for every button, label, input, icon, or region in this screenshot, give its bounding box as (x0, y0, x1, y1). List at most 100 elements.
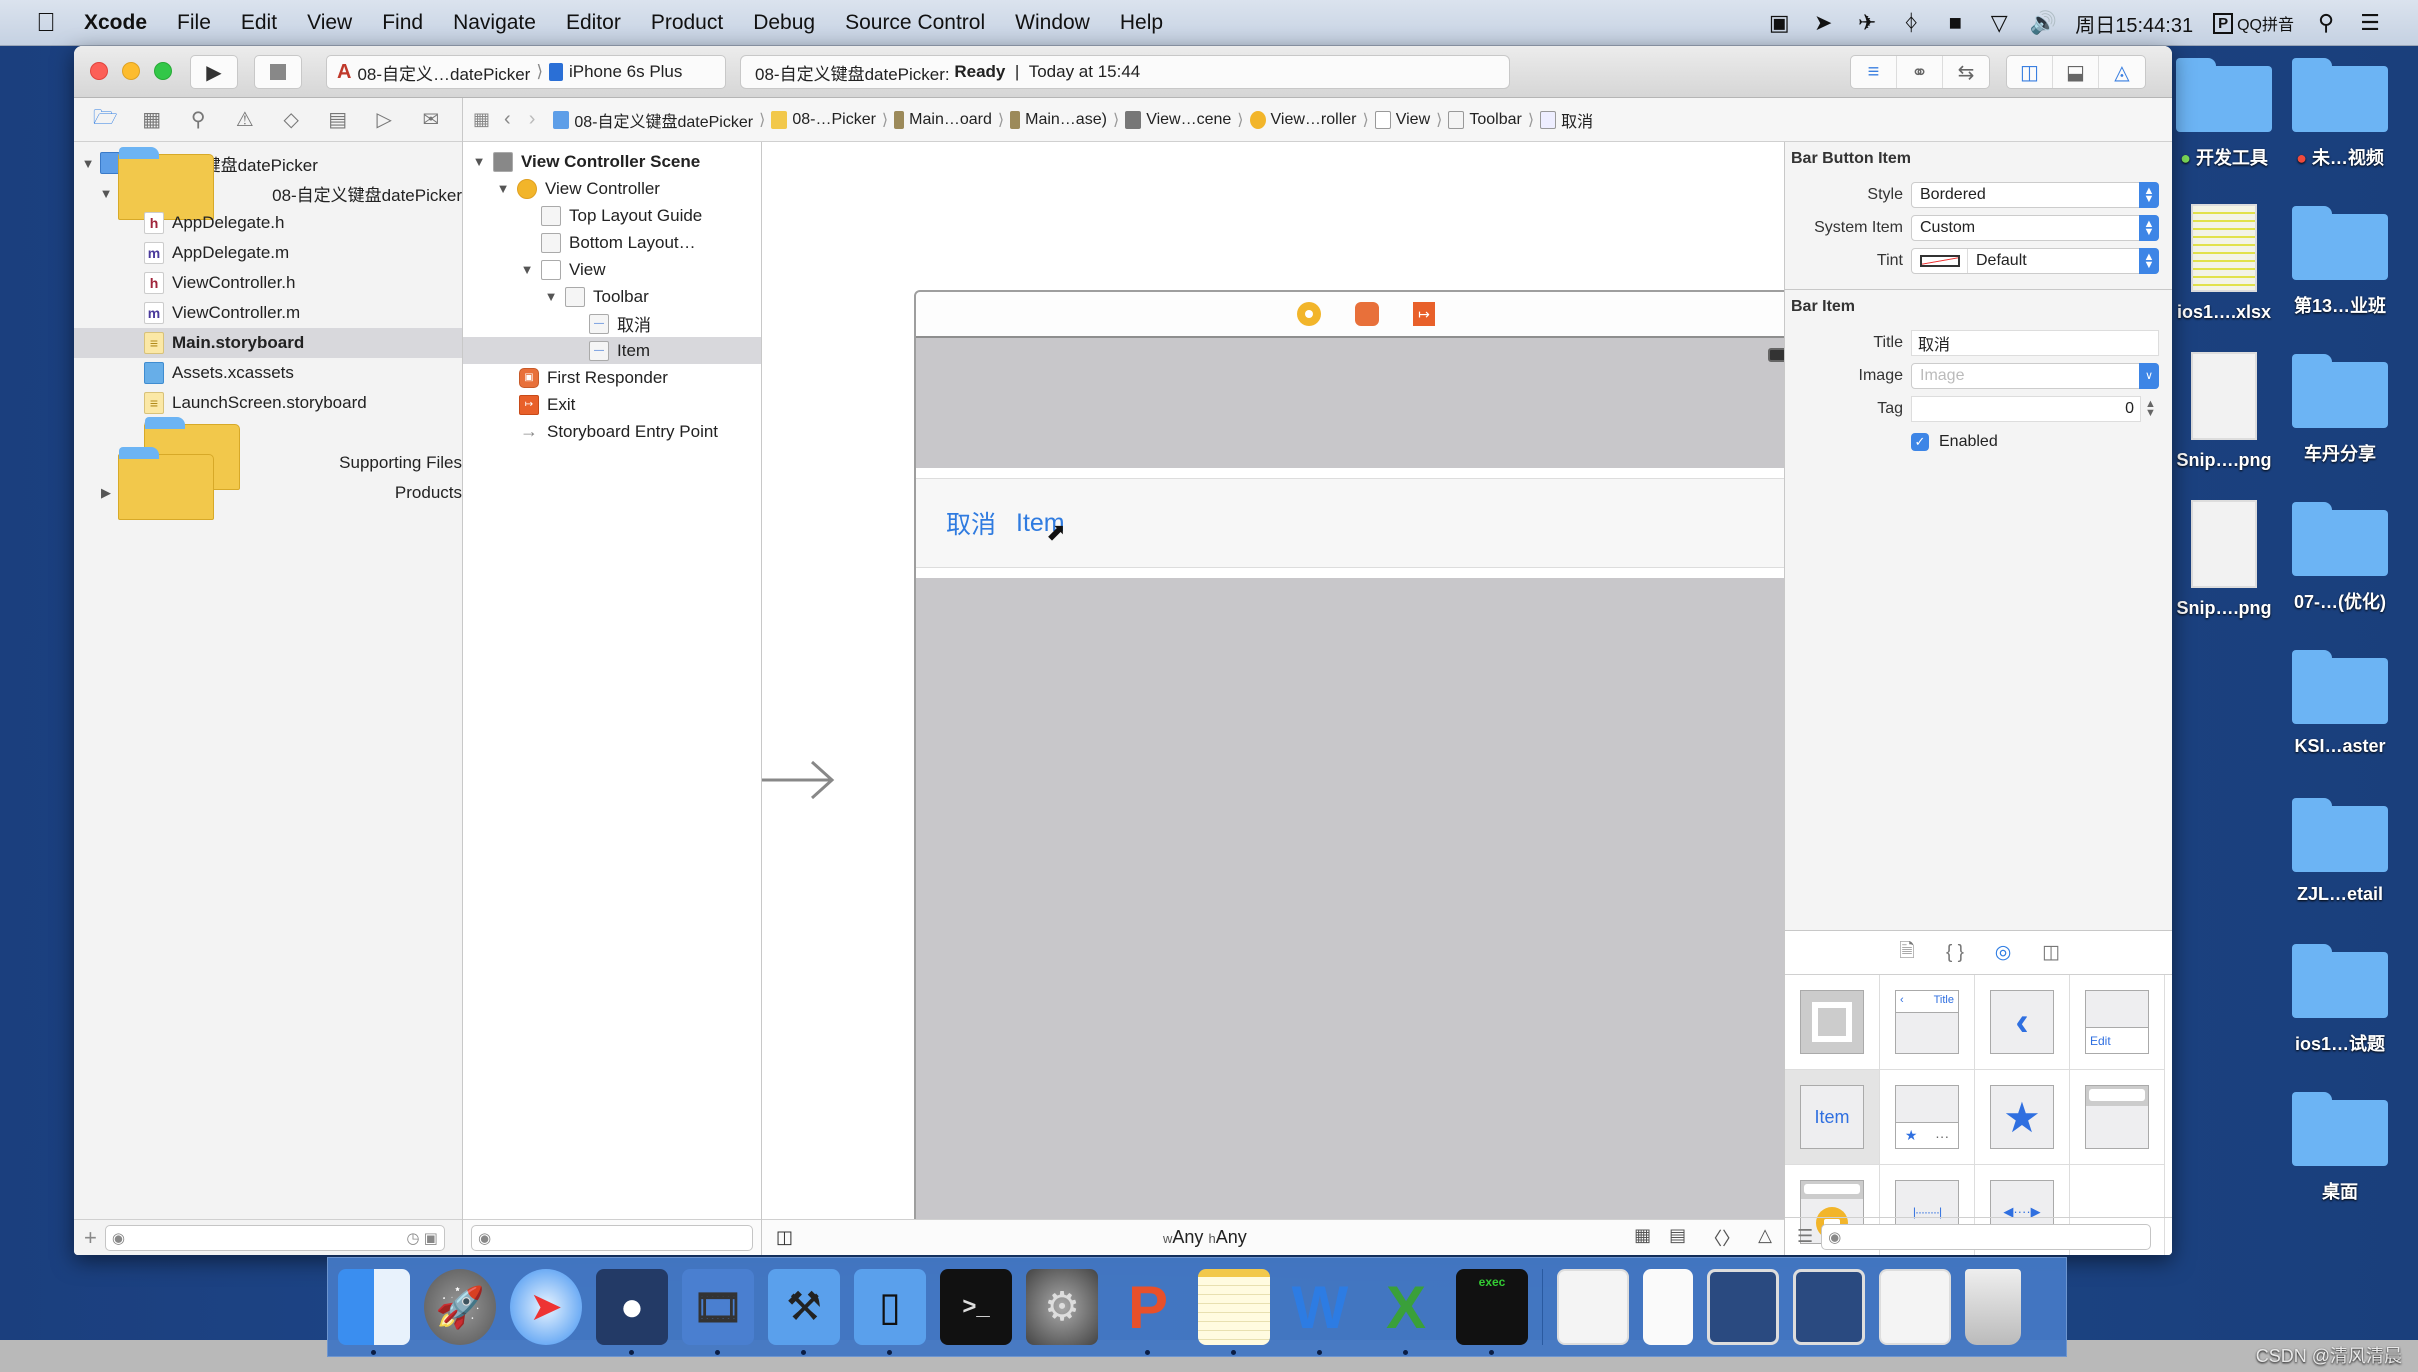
scheme-selector[interactable]: A 08-自定义…datePicker ⟩ iPhone 6s Plus (326, 55, 726, 89)
menu-editor[interactable]: Editor (566, 11, 621, 35)
folder-navigator-icon[interactable]: 🗁 (91, 106, 119, 134)
tree-file[interactable]: h AppDelegate.h (74, 208, 462, 238)
wifi-icon[interactable]: ▽ (1987, 10, 2011, 35)
toggle-utilities-icon[interactable]: ◬ (2099, 56, 2145, 88)
desktop-icon[interactable]: Snip….png (2164, 352, 2284, 471)
dock-document-icon[interactable] (1879, 1269, 1951, 1345)
disclosure-expanded-icon[interactable]: ▼ (519, 262, 535, 277)
library-filter-field[interactable]: ◉ (1821, 1223, 2152, 1250)
dock-safari-icon[interactable]: ➤ (510, 1269, 582, 1345)
tag-stepper[interactable]: ▲ ▼ (2145, 398, 2156, 418)
title-field[interactable]: 取消 (1911, 329, 2159, 356)
toggle-debug-area-icon[interactable]: ⬓ (2053, 56, 2099, 88)
disclosure-expanded-icon[interactable]: ▼ (495, 181, 511, 196)
desktop-icon[interactable]: 桌面 (2280, 1092, 2400, 1204)
dock-trash-icon[interactable] (1965, 1269, 2021, 1345)
apple-menu-icon[interactable]:  (34, 7, 58, 37)
close-window-button[interactable] (90, 62, 108, 80)
library-item-navigation-item[interactable]: ‹ (1975, 975, 2070, 1070)
dock-finder-icon[interactable] (338, 1269, 410, 1355)
outline-bottom-layout-guide[interactable]: Bottom Layout… (463, 229, 761, 256)
style-select[interactable]: Bordered ▲ ▼ (1911, 181, 2159, 208)
menu-find[interactable]: Find (382, 11, 423, 35)
tree-file[interactable]: ≡ LaunchScreen.storyboard (74, 388, 462, 418)
system-item-select[interactable]: Custom ▲ ▼ (1911, 214, 2159, 241)
tree-file[interactable]: ≡Info.plist (74, 418, 462, 448)
dock-console-icon[interactable]: exec (1456, 1269, 1528, 1355)
dock-excel-icon[interactable]: X (1370, 1269, 1442, 1355)
breadcrumb-toolbar[interactable]: Toolbar (1448, 110, 1522, 129)
outline-bar-button-item[interactable]: — 取消 (463, 310, 761, 337)
menu-source-control[interactable]: Source Control (845, 11, 985, 35)
input-method[interactable]: P QQ拼音 (2213, 11, 2294, 35)
outline-top-layout-guide[interactable]: Top Layout Guide (463, 202, 761, 229)
zoom-window-button[interactable] (154, 62, 172, 80)
desktop-icon[interactable]: KSI…aster (2280, 650, 2400, 757)
report-navigator-icon[interactable]: ✉ (417, 106, 445, 134)
breadcrumb-view[interactable]: View (1374, 110, 1430, 129)
menu-app-name[interactable]: Xcode (84, 11, 147, 35)
find-navigator-icon[interactable]: ⚲ (184, 106, 212, 134)
breadcrumb-scene[interactable]: View…cene (1125, 110, 1231, 129)
chevron-down-icon[interactable]: ∨ (2139, 362, 2159, 389)
disclosure-expanded-icon[interactable]: ▼ (471, 154, 487, 169)
desktop-icon[interactable]: 07-…(优化) (2280, 502, 2400, 614)
list-grid-toggle-icon[interactable]: ☰ (1797, 1226, 1813, 1247)
tint-select[interactable]: Default ▲ ▼ (1911, 247, 2159, 274)
pin-icon[interactable]: 〈〉 (1704, 1225, 1740, 1251)
standard-editor-icon[interactable]: ≡ (1851, 56, 1897, 88)
dock-movie-app-icon[interactable]: 🎞 (682, 1269, 754, 1355)
tree-file[interactable]: m ViewController.m (74, 298, 462, 328)
menu-view[interactable]: View (307, 11, 352, 35)
outline-entry-point[interactable]: → Storyboard Entry Point (463, 418, 761, 445)
object-library-icon[interactable]: ◎ (1990, 940, 2016, 966)
library-item-view-controller[interactable] (1785, 975, 1880, 1070)
disclosure-expanded-icon[interactable]: ▼ (543, 289, 559, 304)
back-button[interactable]: ‹ (504, 108, 511, 131)
view-controller-scene[interactable]: ↦ 取消 Item ⬈ (914, 290, 1818, 1241)
issue-navigator-icon[interactable]: ⚠ (231, 106, 259, 134)
image-combo[interactable]: Image ∨ (1911, 362, 2159, 389)
dock-terminal-icon[interactable]: >_ (940, 1269, 1012, 1345)
tree-file[interactable]: h ViewController.h (74, 268, 462, 298)
version-editor-icon[interactable]: ⇆ (1943, 56, 1989, 88)
outline-exit[interactable]: ↦ Exit (463, 391, 761, 418)
toggle-navigator-icon[interactable]: ◫ (2007, 56, 2053, 88)
dock-word-icon[interactable]: W (1284, 1269, 1356, 1355)
stop-button[interactable] (254, 55, 302, 89)
library-item-navigation-controller[interactable]: ‹ Title (1880, 975, 1975, 1070)
dock-simulator-icon[interactable]: ▯ (854, 1269, 926, 1355)
outline-filter-field[interactable]: ◉ (471, 1224, 753, 1251)
first-responder-icon[interactable] (1355, 302, 1379, 326)
navigator-filter-field[interactable]: ◉ ◷ ▣ (104, 1224, 445, 1251)
library-item-search-bar[interactable] (2070, 1070, 2165, 1165)
align-icon[interactable]: ▤ (1669, 1225, 1686, 1251)
disclosure-collapsed-icon[interactable]: ▶ (98, 485, 114, 501)
menu-file[interactable]: File (177, 11, 211, 35)
tree-file[interactable]: m AppDelegate.m (74, 238, 462, 268)
file-template-library-icon[interactable]: 🗎 (1894, 940, 1920, 966)
view-controller-icon[interactable] (1297, 302, 1321, 326)
dock-wps-presentation-icon[interactable]: P (1112, 1269, 1184, 1355)
storyboard-canvas[interactable]: ↦ 取消 Item ⬈ (762, 142, 1818, 1241)
resolve-issues-icon[interactable]: △ (1758, 1225, 1772, 1251)
breadcrumb-storyboard-base[interactable]: Main…ase) (1010, 110, 1107, 129)
outline-first-responder[interactable]: ▣ First Responder (463, 364, 761, 391)
desktop-icon[interactable]: ● 开发工具 (2164, 58, 2284, 170)
outline-view-controller[interactable]: ▼ View Controller (463, 175, 761, 202)
media-library-icon[interactable]: ◫ (2038, 940, 2064, 966)
tree-group[interactable]: ▼ 08-自定义键盘datePicker (74, 147, 462, 220)
outline-scene[interactable]: ▼ View Controller Scene (463, 148, 761, 175)
dock-mouse-app-icon[interactable]: ● (596, 1269, 668, 1355)
storyboard-entry-arrow[interactable] (762, 760, 836, 800)
library-item-tab-bar-item[interactable]: ★ (1975, 1070, 2070, 1165)
desktop-icon[interactable]: 车丹分享 (2280, 354, 2400, 466)
menu-window[interactable]: Window (1015, 11, 1090, 35)
related-items-icon[interactable]: ▦ (473, 109, 490, 130)
toolbar-item-cancel[interactable]: 取消 (946, 505, 996, 541)
menu-clock[interactable]: 周日15:44:31 (2075, 9, 2193, 38)
dock-notes-icon[interactable] (1198, 1269, 1270, 1355)
dock-screenshot-icon[interactable] (1707, 1269, 1779, 1345)
tree-file[interactable]: Assets.xcassets (74, 358, 462, 388)
menu-edit[interactable]: Edit (241, 11, 277, 35)
